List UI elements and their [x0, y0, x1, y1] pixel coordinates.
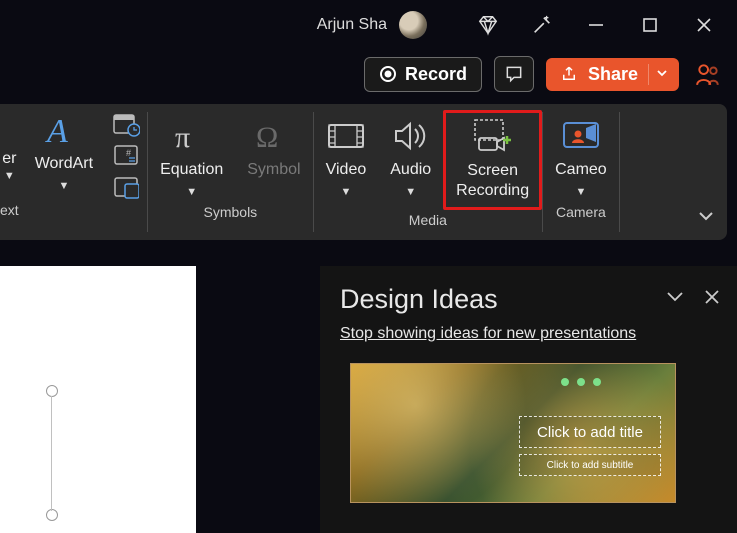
share-button[interactable]: Share	[546, 58, 679, 91]
camera-group-label: Camera	[556, 204, 606, 224]
share-chevron-icon[interactable]	[648, 64, 669, 85]
date-time-button[interactable]	[111, 110, 141, 138]
video-label: Video	[326, 160, 367, 180]
audio-label: Audio	[390, 160, 431, 180]
symbol-label: Symbol	[247, 160, 300, 180]
chevron-down-icon: ▼	[405, 186, 416, 198]
selection-handle[interactable]	[46, 509, 58, 521]
present-mode-button[interactable]	[691, 56, 725, 92]
svg-text:A: A	[45, 113, 68, 150]
user-avatar[interactable]	[399, 11, 427, 39]
chevron-down-icon: ▼	[340, 186, 351, 198]
chevron-down-icon: ▼	[186, 186, 197, 198]
wordart-icon: A	[43, 110, 85, 150]
screen-recording-label: Screen Recording	[456, 161, 529, 201]
audio-button[interactable]: Audio ▼	[378, 110, 443, 210]
design-ideas-title: Design Ideas	[340, 284, 498, 315]
cameo-icon	[561, 116, 601, 156]
audio-icon	[392, 116, 430, 156]
collapse-button[interactable]	[665, 288, 685, 311]
close-button[interactable]	[681, 5, 727, 45]
svg-text:#: #	[126, 148, 131, 158]
ribbon: er ▼ ext A WordArt ▼ #	[0, 104, 727, 240]
svg-text:π: π	[175, 121, 190, 154]
minimize-button[interactable]	[573, 5, 619, 45]
video-icon	[326, 116, 366, 156]
design-ideas-pane: Design Ideas Stop showing ideas for new …	[320, 266, 737, 533]
object-button[interactable]	[111, 174, 141, 202]
slide-canvas[interactable]	[0, 266, 196, 533]
chevron-down-icon: ▼	[58, 180, 69, 192]
maximize-button[interactable]	[627, 5, 673, 45]
cameo-label: Cameo	[555, 160, 607, 180]
chevron-down-icon: ▼	[4, 170, 15, 182]
wordart-button[interactable]: A WordArt ▼	[23, 104, 105, 196]
design-idea-thumbnail[interactable]: Click to add title Click to add subtitle	[350, 363, 676, 503]
thumb-subtitle-placeholder: Click to add subtitle	[519, 454, 661, 476]
symbol-icon: Ω	[254, 116, 294, 156]
partial-item-label: er	[2, 150, 16, 168]
magic-wand-icon[interactable]	[519, 5, 565, 45]
wordart-label: WordArt	[35, 154, 93, 174]
selection-handle[interactable]	[46, 385, 58, 397]
comments-button[interactable]	[494, 56, 534, 92]
video-button[interactable]: Video ▼	[314, 110, 379, 210]
record-button[interactable]: Record	[364, 57, 482, 92]
screen-recording-button[interactable]: Screen Recording	[443, 110, 542, 210]
media-group-label: Media	[409, 212, 447, 232]
cameo-button[interactable]: Cameo ▼	[543, 110, 619, 202]
thumb-title-placeholder: Click to add title	[519, 416, 661, 448]
screen-recording-icon	[471, 117, 515, 157]
record-label: Record	[405, 64, 467, 85]
user-name: Arjun Sha	[317, 16, 387, 34]
equation-icon: π	[172, 116, 212, 156]
partial-group-label: ext	[0, 202, 19, 222]
ribbon-expand-button[interactable]	[697, 209, 715, 228]
symbols-group-label: Symbols	[204, 204, 258, 224]
share-label: Share	[588, 64, 638, 85]
close-pane-button[interactable]	[703, 288, 721, 311]
stop-showing-ideas-link[interactable]: Stop showing ideas for new presentations	[320, 325, 737, 357]
slide-number-button[interactable]: #	[111, 142, 141, 170]
chevron-down-icon: ▼	[575, 186, 586, 198]
equation-button[interactable]: π Equation ▼	[148, 110, 235, 202]
symbol-button: Ω Symbol	[235, 110, 312, 202]
svg-text:Ω: Ω	[256, 121, 278, 154]
premium-icon[interactable]	[465, 5, 511, 45]
equation-label: Equation	[160, 160, 223, 180]
